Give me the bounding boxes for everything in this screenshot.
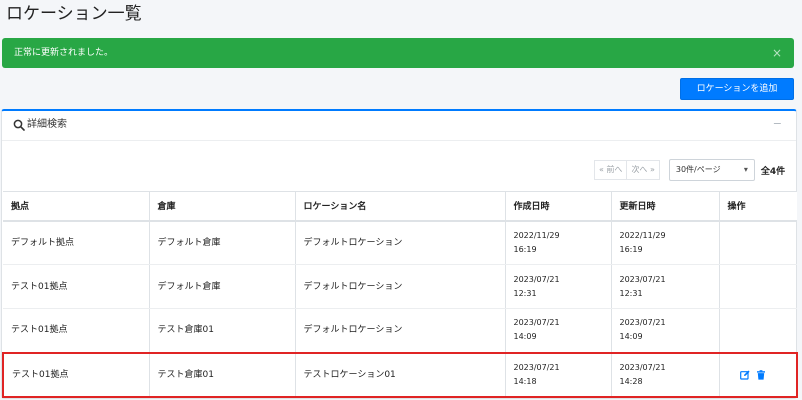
cell-ops: [718, 264, 797, 309]
column-header-base[interactable]: 拠点: [3, 191, 149, 222]
cell-warehouse: テスト倉庫01: [148, 308, 295, 353]
collapse-icon[interactable]: −: [773, 117, 782, 131]
table-header-row: 拠点 倉庫 ロケーション名 作成日時 更新日時 操作: [3, 191, 797, 222]
cell-base: テスト01拠点: [3, 308, 149, 353]
cell-updated: 2023/07/21 14:09: [610, 308, 719, 353]
total-count: 全4件: [760, 166, 786, 177]
updated-time: 12:31: [619, 288, 643, 298]
location-list-card: 詳細検索 − « 前へ 次へ » 30件/ページ ▾ 全4件 拠点 倉庫 ロケー…: [1, 109, 798, 399]
add-location-button[interactable]: ロケーションを追加: [680, 78, 794, 100]
column-header-created[interactable]: 作成日時: [504, 191, 611, 222]
cell-updated: 2022/11/29 16:19: [610, 220, 719, 265]
per-page-value: 30件/ページ: [675, 165, 721, 174]
cell-created: 2023/07/21 14:18: [504, 351, 611, 398]
created-time: 14:18: [513, 376, 537, 386]
updated-time: 14:28: [619, 376, 643, 386]
column-header-location[interactable]: ロケーション名: [294, 191, 505, 222]
column-header-ops: 操作: [718, 191, 797, 222]
success-alert: 正常に更新されました。 ×: [2, 38, 794, 68]
cell-location: デフォルトロケーション: [294, 308, 505, 353]
updated-date: 2023/07/21: [619, 274, 666, 284]
row-actions: [728, 369, 797, 380]
cell-location: デフォルトロケーション: [294, 264, 505, 309]
advanced-search-title: 詳細検索: [27, 119, 67, 130]
trash-icon[interactable]: [756, 369, 766, 380]
updated-time: 14:09: [619, 332, 643, 342]
created-date: 2023/07/21: [513, 274, 560, 284]
location-table: 拠点 倉庫 ロケーション名 作成日時 更新日時 操作 デフォルト拠点 デフォルト…: [2, 191, 798, 398]
cell-warehouse: デフォルト倉庫: [148, 220, 295, 265]
cell-base: テスト01拠点: [2, 351, 149, 398]
cell-base: デフォルト拠点: [3, 220, 149, 265]
table-row[interactable]: テスト01拠点 デフォルト倉庫 デフォルトロケーション 2023/07/21 12…: [3, 264, 797, 309]
updated-date: 2023/07/21: [619, 318, 666, 328]
page-title: ロケーション一覧: [6, 4, 142, 24]
updated-date: 2023/07/21: [619, 362, 666, 372]
cell-location: テストロケーション01: [294, 351, 505, 398]
table-row[interactable]: デフォルト拠点 デフォルト倉庫 デフォルトロケーション 2022/11/29 16…: [3, 220, 797, 265]
cell-updated: 2023/07/21 14:28: [610, 351, 719, 398]
alert-message: 正常に更新されました。: [14, 48, 114, 58]
created-date: 2023/07/21: [513, 362, 560, 372]
chevron-down-icon: ▾: [743, 165, 748, 174]
per-page-select[interactable]: 30件/ページ ▾: [668, 159, 755, 181]
updated-time: 16:19: [619, 244, 643, 254]
cell-ops: [718, 220, 797, 265]
updated-date: 2022/11/29: [619, 230, 666, 240]
cell-location: デフォルトロケーション: [294, 220, 505, 265]
next-page-button[interactable]: 次へ »: [627, 160, 660, 180]
cell-created: 2023/07/21 14:09: [504, 308, 611, 353]
table-row[interactable]: テスト01拠点 テスト倉庫01 デフォルトロケーション 2023/07/21 14…: [3, 308, 797, 353]
column-header-updated[interactable]: 更新日時: [610, 191, 719, 222]
created-time: 16:19: [513, 244, 537, 254]
cell-warehouse: デフォルト倉庫: [148, 264, 295, 309]
cell-updated: 2023/07/21 12:31: [610, 264, 719, 309]
cell-ops: [718, 308, 797, 353]
created-date: 2023/07/21: [513, 318, 560, 328]
cell-base: テスト01拠点: [3, 264, 149, 309]
cell-created: 2022/11/29 16:19: [504, 220, 611, 265]
created-date: 2022/11/29: [513, 230, 560, 240]
cell-warehouse: テスト倉庫01: [148, 351, 295, 398]
created-time: 12:31: [513, 288, 537, 298]
edit-icon[interactable]: [739, 370, 750, 380]
cell-created: 2023/07/21 12:31: [504, 264, 611, 309]
pagination: « 前へ 次へ » 30件/ページ ▾ 全4件: [594, 159, 785, 181]
advanced-search-header[interactable]: 詳細検索 −: [2, 111, 796, 141]
alert-close-button[interactable]: ×: [772, 38, 782, 68]
created-time: 14:09: [513, 332, 537, 342]
search-icon: [13, 119, 25, 131]
prev-page-button[interactable]: « 前へ: [594, 160, 628, 180]
cell-ops: [718, 351, 798, 398]
column-header-warehouse[interactable]: 倉庫: [148, 191, 295, 222]
table-row-selected[interactable]: テスト01拠点 テスト倉庫01 テストロケーション01 2023/07/21 14…: [2, 351, 798, 398]
